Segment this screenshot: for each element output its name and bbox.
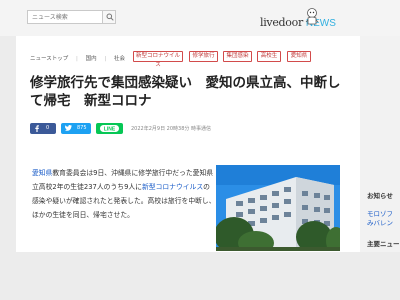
sidebar-item-morozoff[interactable]: モロゾフ xyxy=(367,210,400,219)
logo-main-text: livedoor xyxy=(260,16,303,29)
site-logo[interactable]: livedoor NEWS xyxy=(260,11,336,29)
sidebar-heading-notice: お知らせ xyxy=(367,192,393,200)
mascot-icon xyxy=(305,8,319,25)
facebook-share-button[interactable]: 0 xyxy=(30,123,56,134)
search-input[interactable] xyxy=(28,11,103,23)
twitter-share-button[interactable]: 875 xyxy=(61,123,91,134)
article-source[interactable]: 時事通信 xyxy=(191,125,211,132)
line-icon: LINE xyxy=(100,125,119,132)
twitter-share-count: 875 xyxy=(77,125,87,131)
tag-cluster[interactable]: 集団感染 xyxy=(223,51,252,62)
line-share-button[interactable]: LINE xyxy=(96,123,123,134)
breadcrumb-separator: | xyxy=(75,56,78,62)
breadcrumb-item-society[interactable]: 社会 xyxy=(114,56,125,62)
sidebar-item-valentine[interactable]: みバレン xyxy=(367,219,400,228)
search-button[interactable] xyxy=(102,11,115,23)
sidebar-heading-top-news: 主要ニュー xyxy=(367,240,400,248)
tag-school-trip[interactable]: 修学旅行 xyxy=(189,51,218,62)
article-date: 2022年2月9日 20時38分 xyxy=(131,126,190,132)
page-bottom-area xyxy=(0,252,400,300)
search-box xyxy=(27,10,116,24)
search-icon xyxy=(106,13,114,21)
breadcrumb-separator: | xyxy=(104,56,107,62)
school-building-image xyxy=(216,165,340,251)
right-sidebar: お知らせ モロゾフ みバレン 主要ニュー xyxy=(360,36,400,252)
breadcrumb: ニューストップ | 国内 | 社会 xyxy=(30,54,131,62)
twitter-icon xyxy=(65,125,72,131)
tag-high-school[interactable]: 高校生 xyxy=(257,51,281,62)
article-headline: 修学旅行先で集団感染疑い 愛知の県立高、中断して帰宅 新型コロナ xyxy=(30,75,341,109)
keyword-link-aichi[interactable]: 愛知県 xyxy=(32,169,52,177)
keyword-link-covid[interactable]: 新型コロナウイルス xyxy=(142,183,203,191)
site-header: livedoorNEWS xyxy=(0,0,400,36)
tag-aichi[interactable]: 愛知県 xyxy=(287,51,311,62)
article-body: 愛知県教育委員会は9日、沖縄県に修学旅行中だった愛知県立高校2年の生徒237人の… xyxy=(32,166,216,222)
tag-covid[interactable]: 新型コロナウイルス xyxy=(133,51,183,68)
article-photo[interactable] xyxy=(216,165,340,251)
breadcrumb-item-news-top[interactable]: ニューストップ xyxy=(30,56,68,62)
facebook-icon xyxy=(35,125,39,132)
breadcrumb-item-domestic[interactable]: 国内 xyxy=(86,56,97,62)
article-card: ニューストップ | 国内 | 社会 新型コロナウイルス 修学旅行 集団感染 高校… xyxy=(16,36,360,252)
svg-text:LINE: LINE xyxy=(104,127,116,132)
facebook-share-count: 0 xyxy=(46,125,50,131)
